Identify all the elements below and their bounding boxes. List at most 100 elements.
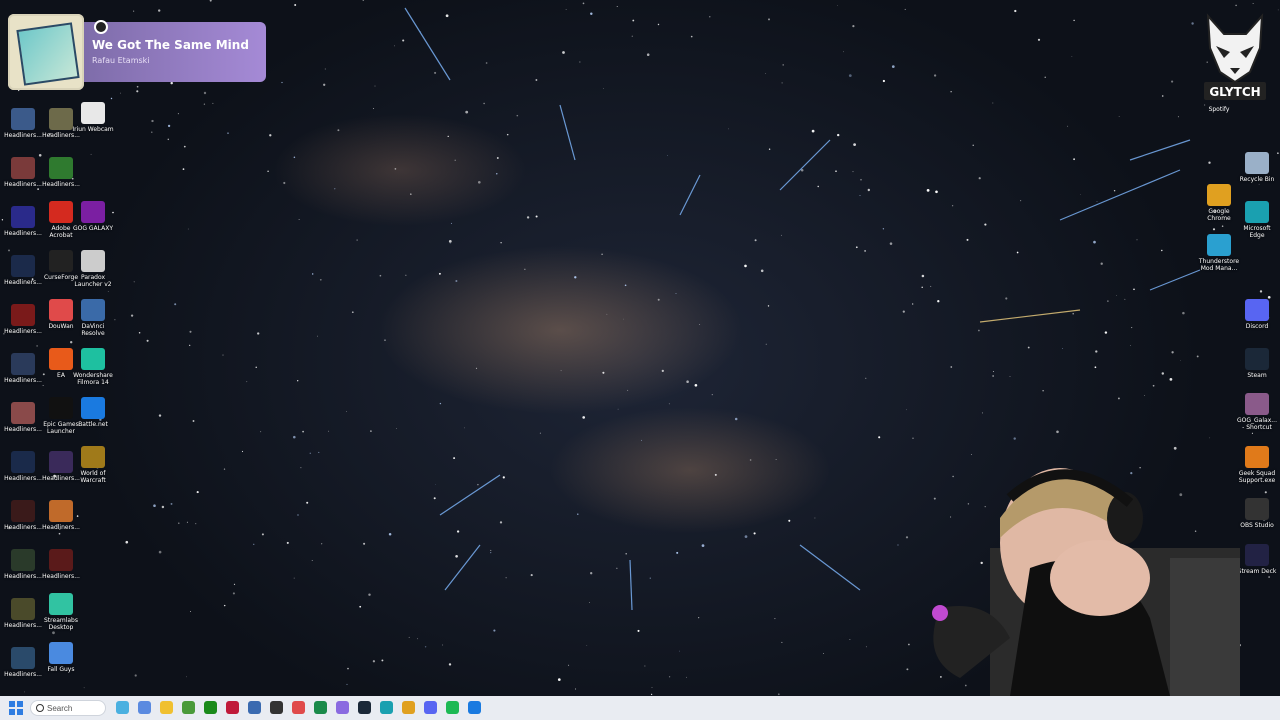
desktop-icon-battle-net[interactable]: Battle.net <box>72 397 114 428</box>
desktop-icon-google-chrome[interactable]: Google Chrome <box>1198 184 1240 222</box>
meteor-streak <box>979 309 1081 323</box>
star <box>562 51 565 54</box>
widgets-icon[interactable] <box>116 701 129 714</box>
app-icon <box>81 201 105 223</box>
star <box>321 543 323 545</box>
star <box>439 402 442 405</box>
app-icon <box>49 157 73 179</box>
app-icon[interactable] <box>314 701 327 714</box>
steam-icon[interactable] <box>358 701 371 714</box>
star <box>170 502 173 505</box>
desktop-icon-iriun-webcam[interactable]: Iriun Webcam <box>72 102 114 133</box>
star <box>502 476 505 479</box>
desktop-icon-paradox-launcher-v2[interactable]: Paradox Launcher v2 <box>72 250 114 288</box>
star <box>650 693 653 696</box>
star <box>1009 375 1011 377</box>
app-icon <box>1245 201 1269 223</box>
app-icon[interactable] <box>270 701 283 714</box>
app-icon <box>11 451 35 473</box>
spotify-icon[interactable] <box>446 701 459 714</box>
star <box>192 420 195 422</box>
desktop-icon-headliners[interactable]: Headliners... <box>2 108 44 139</box>
desktop-icon-world-of-warcraft[interactable]: World of Warcraft <box>72 446 114 484</box>
desktop-icon-headliners[interactable]: Headliners... <box>2 500 44 531</box>
star <box>506 133 509 136</box>
power-icon[interactable] <box>94 20 108 34</box>
desktop-icon-label: GOG_Galax... - Shortcut <box>1237 417 1277 431</box>
star <box>255 366 257 368</box>
star <box>485 62 488 64</box>
desktop-icon-headliners[interactable]: Headliners... <box>2 353 44 384</box>
star <box>253 543 255 545</box>
desktop-icon-headliners[interactable]: Headliners... <box>2 206 44 237</box>
star <box>625 553 627 555</box>
star <box>454 159 456 161</box>
desktop-icon-steam[interactable]: Steam <box>1236 348 1278 379</box>
desktop-icon-headliners[interactable]: Headliners... <box>2 157 44 188</box>
app-icon <box>11 402 35 424</box>
star <box>744 535 748 538</box>
desktop-icon-thunderstore-mod-mana[interactable]: Thunderstore Mod Mana... <box>1198 234 1240 272</box>
desktop-icon-davinci-resolve[interactable]: DaVinci Resolve <box>72 299 114 337</box>
app-icon[interactable] <box>336 701 349 714</box>
desktop-icon-headliners[interactable]: Headliners... <box>40 157 82 188</box>
star <box>644 665 646 667</box>
chrome-icon[interactable] <box>402 701 415 714</box>
app-icon <box>49 299 73 321</box>
desktop-icon-fall-guys[interactable]: Fall Guys <box>40 642 82 673</box>
star <box>475 367 478 369</box>
track-title: We Got The Same Mind <box>92 38 249 52</box>
desktop-icon-gog-galaxy[interactable]: GOG GALAXY <box>72 201 114 232</box>
star <box>1130 345 1131 346</box>
star <box>209 0 212 2</box>
star <box>539 432 541 434</box>
star <box>1073 19 1075 22</box>
star <box>767 305 770 307</box>
star <box>114 319 116 321</box>
xbox-icon[interactable] <box>204 701 217 714</box>
app-icon <box>49 451 73 473</box>
desktop-icon-streamlabs-desktop[interactable]: Streamlabs Desktop <box>40 593 82 631</box>
now-playing-widget[interactable]: We Got The Same Mind Rafau Etamski <box>8 14 266 90</box>
app-icon <box>11 108 35 130</box>
desktop-icon-discord[interactable]: Discord <box>1236 299 1278 330</box>
star <box>992 102 994 104</box>
meteor-streak <box>559 104 576 161</box>
app-icon[interactable] <box>292 701 305 714</box>
star <box>90 153 92 155</box>
desktop-icon-gog-galax-shortcut[interactable]: GOG_Galax... - Shortcut <box>1236 393 1278 431</box>
desktop-icon-headliners[interactable]: Headliners... <box>2 255 44 286</box>
desktop-icon-recycle-bin[interactable]: Recycle Bin <box>1236 152 1278 183</box>
minecraft-icon[interactable] <box>182 701 195 714</box>
file-explorer-icon[interactable] <box>160 701 173 714</box>
desktop-icon-microsoft-edge[interactable]: Microsoft Edge <box>1236 201 1278 239</box>
copilot-icon[interactable] <box>138 701 151 714</box>
desktop-icon-headliners[interactable]: Headliners... <box>2 451 44 482</box>
star <box>768 148 771 150</box>
star <box>408 636 410 638</box>
desktop-icon-headliners[interactable]: Headliners... <box>2 598 44 629</box>
star <box>1073 158 1075 161</box>
app-icon <box>1245 299 1269 321</box>
app-icon <box>49 108 73 130</box>
glytch-fox-logo-icon[interactable]: GLYTCH <box>1202 12 1268 104</box>
desktop-icon-headliners[interactable]: Headliners... <box>2 549 44 580</box>
desktop-icon-label: Iriun Webcam <box>72 126 114 133</box>
desktop-icon-headliners[interactable]: Headliners... <box>2 402 44 433</box>
desktop-icon-label: Headliners... <box>4 671 42 678</box>
battle-net-icon[interactable] <box>468 701 481 714</box>
desktop-icon-wondershare-filmora-14[interactable]: Wondershare Filmora 14 <box>72 348 114 386</box>
app-icon[interactable] <box>226 701 239 714</box>
desktop-icon-headliners[interactable]: Headliners... <box>2 304 44 335</box>
desktop-icon-headliners[interactable]: Headliners... <box>2 647 44 678</box>
discord-icon[interactable] <box>424 701 437 714</box>
desktop-icon-headliners[interactable]: Headliners... <box>40 549 82 580</box>
edge-icon[interactable] <box>380 701 393 714</box>
taskbar-search-input[interactable]: Search <box>30 700 106 716</box>
start-button-icon[interactable] <box>9 701 23 715</box>
desktop-icon-headliners[interactable]: Headliners... <box>40 500 82 531</box>
app-icon[interactable] <box>248 701 261 714</box>
star <box>1067 125 1069 127</box>
desktop-icon-label: Battle.net <box>78 421 108 428</box>
star <box>781 82 783 84</box>
